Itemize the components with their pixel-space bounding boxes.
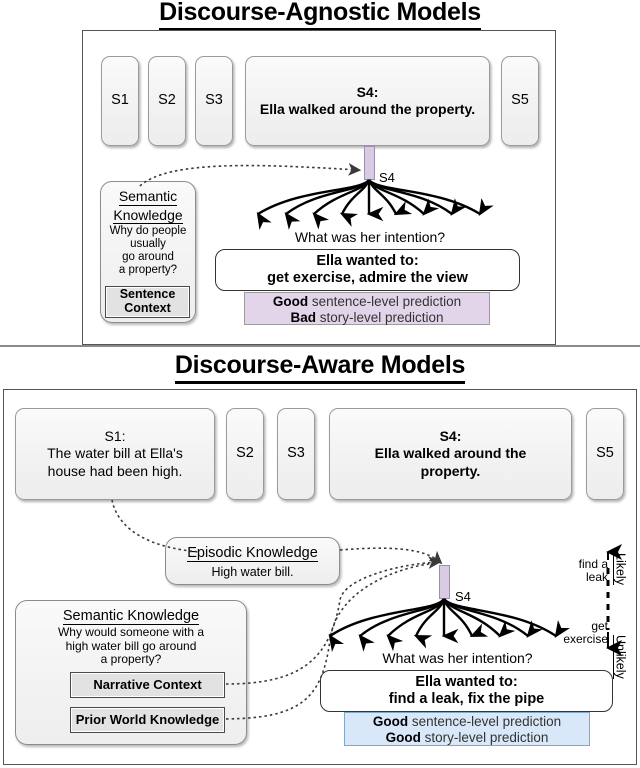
top-semantic-body-line2: usually (130, 238, 166, 251)
bottom-prediction-verdict-1: Good (372, 714, 409, 729)
bottom-answer-box: Ella wanted to: find a leak, fix the pip… (320, 670, 613, 712)
episodic-knowledge-heading: Episodic Knowledge (187, 545, 318, 563)
top-answer-line2: get exercise, admire the view (267, 270, 468, 286)
top-prediction-box: Good sentence-level prediction Bad story… (244, 292, 490, 325)
top-sentence-box-s1[interactable]: S1 (101, 56, 139, 146)
bottom-sentence-label-s1: S1: (104, 428, 126, 445)
top-s4-node-label: S4 (379, 170, 395, 185)
top-sentence-box-s5[interactable]: S5 (501, 56, 539, 146)
top-sentence-context-line2: Context (124, 301, 171, 315)
top-semantic-body-line4: a property? (118, 263, 178, 276)
bottom-sentence-text-s1-line2: house had been high. (47, 462, 183, 479)
bottom-sentence-text-s4-line2: property. (420, 462, 481, 479)
top-prediction-line2: Bad story-level prediction (245, 310, 489, 326)
top-prediction-verdict-2: Bad (290, 310, 316, 326)
top-question-text: What was her intention? (294, 229, 446, 245)
top-sentence-context-line1: Sentence (119, 287, 176, 302)
top-sentence-label-s4: S4: (356, 83, 379, 100)
top-sentence-text-s4: Ella walked around the property. (259, 101, 476, 117)
top-answer-line1: Ella wanted to: (316, 252, 419, 269)
section-divider (0, 345, 640, 347)
bottom-sentence-box-s1[interactable]: S1: The water bill at Ella's house had b… (15, 408, 215, 500)
bottom-prediction-line1: Good sentence-level prediction (345, 714, 589, 730)
top-s4-node-bar (364, 146, 375, 180)
top-section-title: Discourse-Agnostic Models (0, 0, 640, 31)
prior-world-knowledge-chip[interactable]: Prior World Knowledge (70, 707, 225, 733)
bottom-sentence-box-s2[interactable]: S2 (226, 408, 264, 500)
bottom-sentence-box-s4[interactable]: S4: Ella walked around the property. (329, 408, 572, 500)
bottom-prediction-line2: Good story-level prediction (345, 730, 589, 746)
bottom-semantic-body-line1: Why would someone with a (57, 625, 205, 640)
bottom-question-text: What was her intention? (382, 650, 533, 666)
top-sentence-label-s5: S5 (511, 92, 529, 109)
bottom-prediction-rest-1: sentence-level prediction (408, 714, 562, 729)
bottom-prediction-box: Good sentence-level prediction Good stor… (344, 712, 590, 746)
scale-bottom-item-line2: exercise (563, 631, 608, 646)
top-prediction-verdict-1: Good (272, 294, 309, 309)
bottom-answer-line1: Ella wanted to: (415, 673, 518, 690)
episodic-knowledge-body: High water bill. (211, 565, 294, 580)
scale-bottom-item: get exercise (540, 620, 608, 645)
bottom-sentence-text-s1-line1: The water bill at Ella's (47, 445, 183, 462)
scale-top-item-line2: leak (585, 569, 608, 584)
top-sentence-box-s4[interactable]: S4: Ella walked around the property. (245, 56, 490, 146)
bottom-semantic-heading: Semantic Knowledge (62, 608, 200, 626)
bottom-section-title: Discourse-Aware Models (0, 351, 640, 384)
bottom-semantic-body-line3: a property? (100, 652, 162, 667)
narrative-context-label: Narrative Context (93, 676, 202, 692)
scale-likely-label: Likely (613, 553, 628, 585)
top-semantic-body-line3: go around (122, 251, 174, 264)
bottom-sentence-label-s2: S2 (236, 445, 254, 462)
narrative-context-chip[interactable]: Narrative Context (70, 672, 225, 698)
bottom-sentence-text-s4-line1: Ella walked around the (374, 445, 527, 462)
top-sentence-label-s3: S3 (205, 92, 223, 109)
bottom-semantic-body-line2: high water bill go around (65, 638, 197, 653)
top-sentence-context-chip[interactable]: Sentence Context (105, 286, 190, 318)
bottom-answer-line2: find a leak, fix the pipe (388, 691, 545, 707)
bottom-prediction-rest-2: story-level prediction (420, 730, 549, 746)
scale-bottom-item-line1: get (591, 619, 608, 633)
top-semantic-heading-line2: Knowledge (113, 206, 183, 225)
top-section-title-text: Discourse-Agnostic Models (159, 0, 481, 31)
bottom-sentence-box-s5[interactable]: S5 (586, 408, 624, 500)
top-answer-box: Ella wanted to: get exercise, admire the… (215, 249, 520, 291)
bottom-sentence-box-s3[interactable]: S3 (277, 408, 315, 500)
top-prediction-line1: Good sentence-level prediction (245, 294, 489, 310)
bottom-sentence-label-s4: S4: (439, 428, 462, 445)
scale-top-item: find a leak (550, 558, 608, 583)
bottom-s4-node-bar (439, 565, 450, 599)
scale-top-item-line1: find a (578, 557, 608, 571)
top-sentence-label-s2: S2 (158, 92, 176, 109)
top-sentence-box-s3[interactable]: S3 (195, 56, 233, 146)
top-semantic-heading-line1: Semantic (118, 188, 178, 206)
top-prediction-rest-2: story-level prediction (315, 310, 444, 326)
scale-unlikely-label: Unlikely (613, 635, 628, 679)
bottom-s4-node-label: S4 (455, 589, 471, 604)
episodic-knowledge-box[interactable]: Episodic Knowledge High water bill. (165, 537, 340, 585)
bottom-sentence-label-s3: S3 (287, 445, 305, 462)
bottom-section-title-text: Discourse-Aware Models (174, 351, 465, 384)
prior-world-knowledge-label: Prior World Knowledge (75, 711, 220, 727)
top-sentence-box-s2[interactable]: S2 (148, 56, 186, 146)
bottom-prediction-verdict-2: Good (385, 730, 421, 746)
top-sentence-label-s1: S1 (111, 92, 129, 109)
bottom-sentence-label-s5: S5 (596, 445, 614, 462)
top-prediction-rest-1: sentence-level prediction (308, 294, 462, 309)
top-semantic-body-line1: Why do people (109, 225, 187, 238)
